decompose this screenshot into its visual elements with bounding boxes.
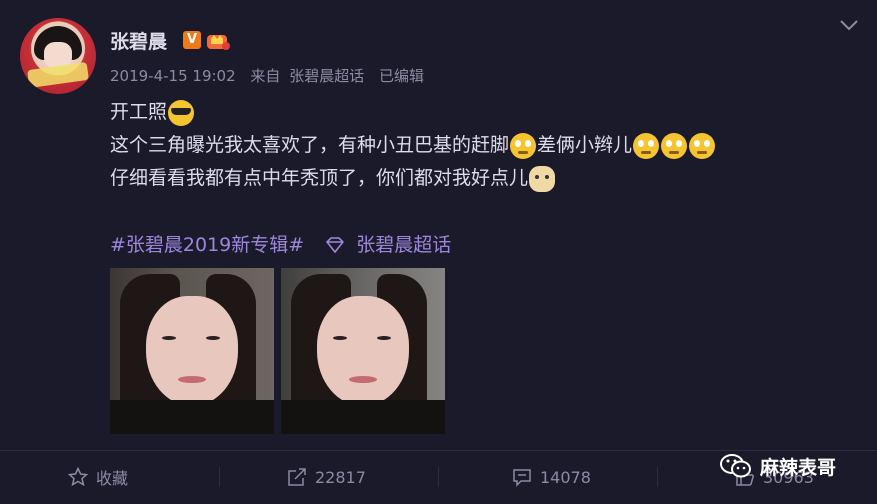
watermark: 麻辣表哥	[720, 449, 877, 483]
eye-roll-emoji-icon	[661, 132, 688, 159]
doge-emoji-icon	[529, 165, 556, 192]
chevron-down-icon[interactable]	[839, 18, 859, 32]
share-icon	[288, 468, 306, 486]
crown-badge-icon[interactable]	[205, 29, 231, 51]
wechat-icon	[720, 454, 751, 478]
watermark-text: 麻辣表哥	[760, 456, 837, 479]
avatar-signature-graphic	[27, 61, 89, 89]
sunglasses-emoji-icon	[168, 99, 195, 126]
comment-count: 14078	[540, 467, 591, 487]
photo-clothing	[281, 400, 445, 434]
photo-clothing	[110, 400, 274, 434]
favorite-label: 收藏	[96, 469, 129, 488]
eye-roll-emoji-icon	[633, 132, 660, 159]
post-photo-1[interactable]	[110, 268, 274, 434]
content-text-2a: 这个三角曝光我太喜欢了，有种小丑巴基的赶脚	[110, 134, 510, 156]
content-text-3: 仔细看看我都有点中年秃顶了，你们都对我好点儿	[110, 167, 529, 189]
comment-button[interactable]: 14078	[512, 462, 591, 492]
diamond-icon	[326, 237, 345, 253]
post-content: 开工照 这个三角曝光我太喜欢了，有种小丑巴基的赶脚 差俩小辫儿 仔细看看我都有点中…	[110, 96, 716, 195]
eye-roll-emoji-icon	[510, 132, 537, 159]
content-line-3: 仔细看看我都有点中年秃顶了，你们都对我好点儿	[110, 162, 716, 195]
content-line-1: 开工照	[110, 96, 716, 129]
star-icon	[68, 467, 88, 487]
source-link[interactable]: 张碧晨超话	[289, 67, 364, 85]
super-topic-link[interactable]: 张碧晨超话	[356, 234, 451, 256]
repost-button[interactable]: 22817	[287, 462, 366, 492]
avatar[interactable]	[20, 18, 96, 94]
photo-lips	[349, 376, 377, 383]
post-meta: 2019-4-15 19:02 来自 张碧晨超话 已编辑	[110, 65, 434, 86]
content-line-2: 这个三角曝光我太喜欢了，有种小丑巴基的赶脚 差俩小辫儿	[110, 129, 716, 162]
edited-label[interactable]: 已编辑	[379, 67, 424, 85]
photo-face	[317, 296, 409, 406]
action-separator	[657, 467, 658, 487]
photo-face	[146, 296, 238, 406]
verified-badge-icon[interactable]: V	[183, 31, 201, 49]
photo-eyes	[333, 336, 347, 340]
comment-icon	[513, 469, 531, 487]
post-timestamp[interactable]: 2019-4-15 19:02	[110, 67, 236, 85]
author-name[interactable]: 张碧晨	[110, 27, 167, 54]
photo-lips	[178, 376, 206, 383]
post-tags: #张碧晨2019新专辑# 张碧晨超话	[110, 230, 451, 257]
eye-roll-emoji-icon	[689, 132, 716, 159]
content-text-2b: 差俩小辫儿	[537, 134, 633, 156]
source-prefix: 来自	[250, 67, 281, 85]
action-separator	[438, 467, 439, 487]
photo-eyes	[162, 336, 176, 340]
hashtag-link[interactable]: #张碧晨2019新专辑#	[110, 234, 304, 256]
post-photo-2[interactable]	[281, 268, 445, 434]
action-separator	[219, 467, 220, 487]
content-text-1: 开工照	[110, 101, 168, 123]
repost-count: 22817	[315, 467, 366, 487]
favorite-button[interactable]: 收藏	[68, 462, 128, 492]
